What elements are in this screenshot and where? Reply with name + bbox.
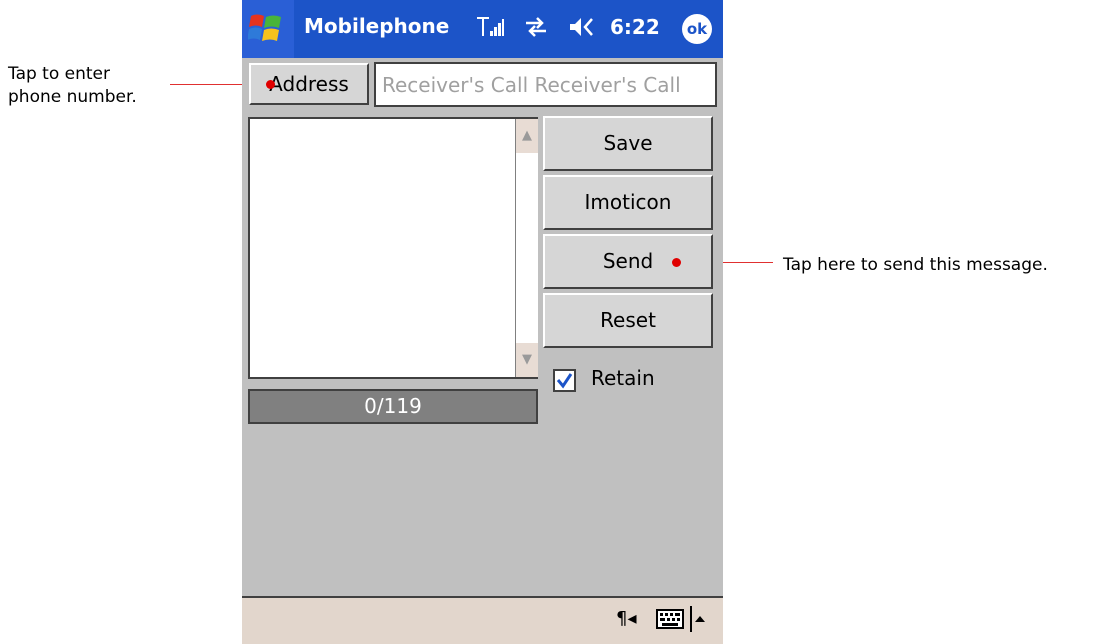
reset-button[interactable]: Reset xyxy=(543,293,713,348)
callout-phone-number: Tap to enter phone number. xyxy=(8,63,137,109)
message-scrollbar[interactable]: ▲ ▼ xyxy=(515,119,538,377)
message-textarea[interactable]: ▲ ▼ xyxy=(248,117,538,379)
callout-left-dot xyxy=(266,80,275,89)
sip-arrow-icon[interactable] xyxy=(690,604,706,634)
checkmark-icon xyxy=(556,373,573,389)
retain-checkbox[interactable] xyxy=(553,369,576,392)
app-title: Mobilephone xyxy=(304,14,450,38)
retain-label: Retain xyxy=(591,366,655,390)
input-mode-icon[interactable]: ¶◂ xyxy=(616,608,637,629)
callout-right-dot xyxy=(672,258,681,267)
save-button[interactable]: Save xyxy=(543,116,713,171)
windows-start-icon xyxy=(248,14,281,41)
bottom-menu-bar: ¶◂ xyxy=(242,596,723,644)
imoticon-button[interactable]: Imoticon xyxy=(543,175,713,230)
sync-icon[interactable] xyxy=(522,15,550,44)
callout-send: Tap here to send this message. xyxy=(783,255,1048,275)
callout-left-line1: Tap to enter xyxy=(8,64,110,84)
ok-button[interactable]: ok xyxy=(682,14,712,44)
keyboard-icon[interactable] xyxy=(656,609,684,629)
start-button[interactable] xyxy=(242,0,294,58)
clock[interactable]: 6:22 xyxy=(610,15,660,39)
signal-icon[interactable] xyxy=(475,15,505,44)
character-counter: 0/119 xyxy=(248,389,538,424)
title-bar: Mobilephone 6:22 ok xyxy=(242,0,723,58)
callout-left-line2: phone number. xyxy=(8,87,137,107)
receiver-input[interactable]: Receiver's Call Receiver's Call xyxy=(374,62,717,107)
scroll-up-icon[interactable]: ▲ xyxy=(516,119,538,153)
volume-icon[interactable] xyxy=(568,15,598,44)
scroll-down-icon[interactable]: ▼ xyxy=(516,343,538,377)
send-button[interactable]: Send xyxy=(543,234,713,289)
device-screen: Mobilephone 6:22 ok Address Receiver's C… xyxy=(242,0,723,644)
